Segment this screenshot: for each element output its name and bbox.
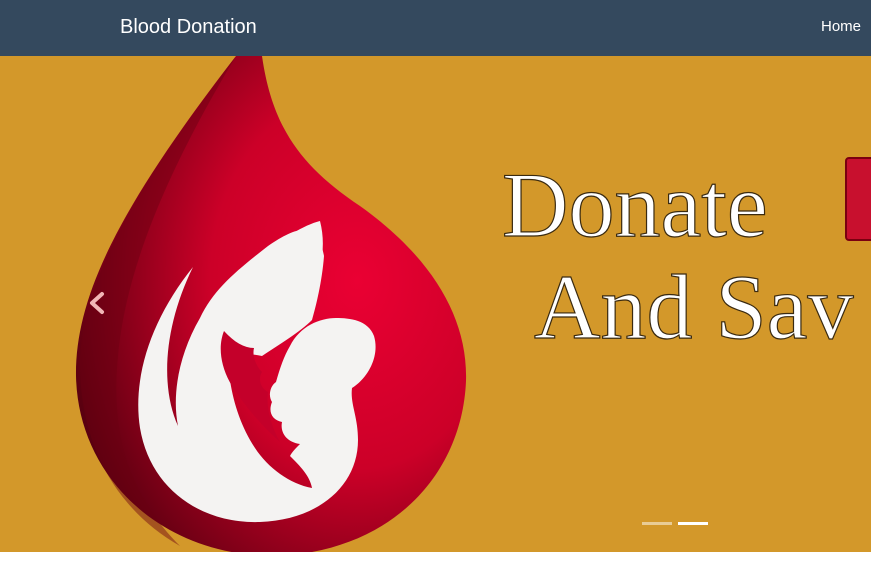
headline-line-1: Donate [502, 154, 768, 256]
slide-image: Donate And Sav [75, 56, 871, 552]
carousel-indicators [640, 522, 720, 528]
headline-line-2: And Sav [534, 256, 853, 358]
carousel-indicator-2-active[interactable] [678, 522, 708, 525]
carousel-prev-button[interactable] [78, 284, 118, 324]
headline-red-word-fragment [845, 157, 871, 241]
carousel-indicator-1[interactable] [642, 522, 672, 525]
nav-link-home[interactable]: Home [821, 17, 861, 37]
chevron-left-icon [90, 292, 104, 314]
top-navbar: Blood Donation Home [0, 0, 871, 56]
hero-carousel: Donate And Sav [0, 56, 871, 552]
brand-link[interactable]: Blood Donation [120, 14, 257, 40]
slide-headline: Donate And Sav [501, 153, 854, 358]
blood-drop-graphic [75, 56, 467, 552]
